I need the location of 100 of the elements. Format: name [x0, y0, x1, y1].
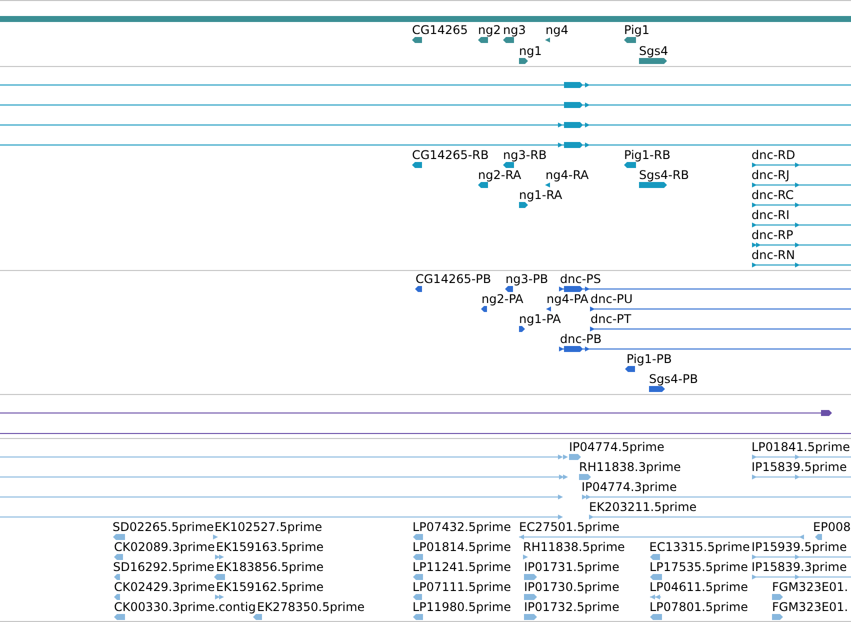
feature-label: dnc-PB — [560, 332, 602, 346]
feature-arrow[interactable] — [114, 554, 123, 560]
feature-label: EK159162.5prime — [216, 580, 324, 594]
feature-arrow[interactable] — [114, 594, 120, 600]
feature-label: LP07432.5prime — [412, 520, 512, 534]
feature-line[interactable] — [752, 242, 851, 248]
feature-label: SD16292.5prime — [113, 560, 214, 574]
feature-label: dnc-RJ — [752, 168, 790, 182]
feature-arrow[interactable] — [412, 534, 422, 540]
feature-arrow[interactable] — [481, 306, 487, 312]
feature-label: EK278350.5prime — [257, 600, 365, 614]
feature-arrow[interactable] — [545, 37, 550, 43]
feature-label: dnc-RD — [752, 148, 796, 162]
feature-line[interactable] — [0, 410, 832, 416]
feature-arrow[interactable] — [503, 37, 514, 43]
feature-arrow[interactable] — [505, 286, 513, 292]
feature-label: EK203211.5prime — [589, 500, 697, 514]
feature-arrow[interactable] — [650, 614, 662, 620]
feature-line[interactable] — [752, 222, 851, 228]
feature-line[interactable] — [752, 162, 851, 168]
feature-label: dnc-PT — [590, 312, 632, 326]
feature-label: ng1-RA — [519, 188, 562, 202]
feature-label: CK02089.3prime — [114, 540, 215, 554]
feature-arrow[interactable] — [639, 182, 667, 188]
feature-line[interactable] — [0, 82, 851, 88]
feature-label: ng4-RA — [546, 168, 589, 182]
feature-arrow[interactable] — [478, 182, 488, 188]
feature-arrow[interactable] — [113, 534, 125, 540]
feature-arrow[interactable] — [524, 574, 537, 580]
feature-arrow[interactable] — [253, 614, 262, 620]
feature-line[interactable] — [0, 102, 851, 108]
feature-arrow[interactable] — [624, 37, 636, 43]
feature-label: CG14265-RB — [412, 148, 489, 162]
feature-arrow[interactable] — [413, 594, 422, 600]
feature-label: LP07111.5prime — [412, 580, 512, 594]
feature-label: dnc-RP — [752, 228, 794, 242]
feature-arrow[interactable] — [412, 614, 422, 620]
feature-arrow[interactable] — [214, 574, 225, 580]
feature-line[interactable] — [752, 202, 851, 208]
feature-arrow[interactable] — [114, 574, 120, 580]
feature-arrow[interactable] — [215, 594, 224, 600]
feature-arrow[interactable] — [649, 386, 665, 392]
feature-label: Pig1 — [624, 23, 650, 37]
feature-arrow[interactable] — [478, 37, 488, 43]
feature-arrow[interactable] — [639, 58, 667, 64]
feature-arrow[interactable] — [524, 614, 537, 620]
feature-arrow[interactable] — [625, 366, 635, 372]
feature-arrow[interactable] — [772, 594, 783, 600]
feature-label: IP15939.5prime — [752, 540, 847, 554]
feature-line[interactable] — [752, 262, 851, 268]
feature-arrow[interactable] — [412, 574, 422, 580]
feature-arrow[interactable] — [213, 534, 218, 540]
feature-arrow[interactable] — [579, 474, 591, 480]
feature-line[interactable] — [559, 286, 851, 292]
feature-arrow[interactable] — [503, 162, 514, 168]
feature-label: ng3-PB — [506, 272, 548, 286]
feature-label: EK183856.5prime — [216, 560, 324, 574]
feature-label: EK159163.5prime — [216, 540, 324, 554]
feature-arrow[interactable] — [546, 306, 551, 312]
feature-label: CG14265-PB — [416, 272, 492, 286]
feature-arrow[interactable] — [412, 554, 422, 560]
feature-arrow[interactable] — [519, 58, 528, 64]
feature-label: CK02429.3prime — [114, 580, 215, 594]
feature-label: RH11838.5prime — [523, 540, 625, 554]
feature-label: LP07801.5prime — [650, 600, 748, 614]
feature-line[interactable] — [0, 122, 851, 128]
feature-line[interactable] — [590, 306, 851, 312]
feature-label: LP01841.5prime — [752, 440, 850, 454]
feature-line[interactable] — [590, 326, 851, 332]
feature-line[interactable] — [559, 346, 851, 352]
feature-label: LP11241.5prime — [412, 560, 512, 574]
feature-arrow[interactable] — [215, 554, 224, 560]
feature-arrow[interactable] — [524, 594, 537, 600]
feature-arrow[interactable] — [815, 534, 822, 540]
feature-line[interactable] — [0, 142, 851, 148]
feature-label: Sgs4 — [639, 44, 668, 58]
feature-arrow[interactable] — [545, 182, 550, 188]
feature-label: ng3-RB — [503, 148, 547, 162]
feature-arrow[interactable] — [772, 614, 783, 620]
feature-label: ng2 — [478, 23, 501, 37]
feature-arrow[interactable] — [519, 202, 528, 208]
feature-label: dnc-RI — [752, 208, 790, 222]
feature-label: CK00330.3prime.contig — [114, 600, 256, 614]
feature-label: Pig1-PB — [626, 352, 672, 366]
feature-arrow[interactable] — [114, 614, 125, 620]
feature-arrow[interactable] — [523, 554, 528, 560]
feature-label: dnc-RC — [752, 188, 794, 202]
feature-label: ng2-RA — [478, 168, 522, 182]
feature-label: IP04774.3prime — [582, 480, 677, 494]
feature-arrow[interactable] — [415, 286, 422, 292]
feature-arrow[interactable] — [650, 574, 662, 580]
feature-arrow[interactable] — [412, 162, 422, 168]
feature-arrow[interactable] — [624, 162, 636, 168]
feature-label: EP008 — [813, 520, 851, 534]
feature-label: FGM323E01. — [772, 600, 848, 614]
feature-arrow[interactable] — [519, 326, 525, 332]
feature-line[interactable] — [752, 182, 851, 188]
feature-arrow[interactable] — [412, 37, 422, 43]
feature-label: LP01814.5prime — [412, 540, 512, 554]
feature-arrow[interactable] — [650, 554, 660, 560]
